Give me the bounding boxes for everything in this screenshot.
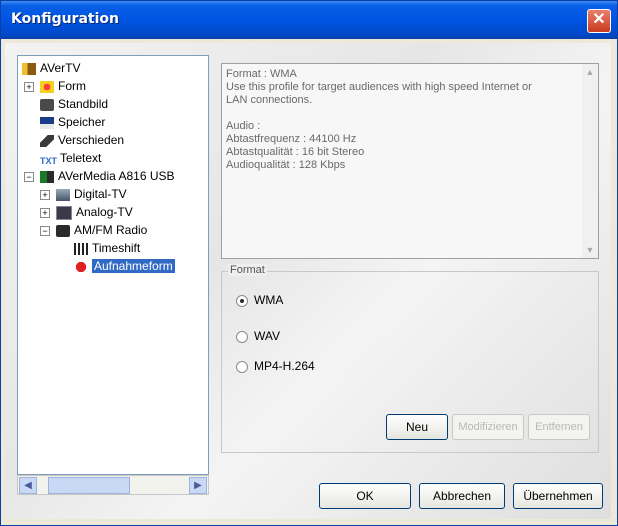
remove-button[interactable]: Entfernen (528, 414, 590, 440)
close-button[interactable]: ✕ (587, 9, 611, 33)
format-option-wav[interactable]: WAV (236, 328, 280, 344)
expand-form-icon[interactable]: + (24, 82, 34, 92)
tree-item-label: Standbild (58, 97, 109, 111)
pencil-icon (40, 134, 54, 147)
tree-item-label: Timeshift (92, 241, 141, 255)
teletext-icon: TXT (40, 155, 57, 166)
dialog-body: AVerTV + Form Standbild Speicher Verschi… (5, 43, 611, 519)
scroll-up-icon[interactable]: ▲ (583, 65, 597, 79)
radio-checked-icon[interactable] (236, 294, 248, 307)
scroll-right-icon[interactable]: ▶ (189, 477, 207, 494)
tree-item-label: Aufnahmeform (92, 259, 175, 273)
tree-horizontal-scrollbar[interactable]: ◀ ▶ (17, 475, 209, 495)
format-option-label: MP4-H.264 (254, 359, 315, 373)
radio-unchecked-icon[interactable] (236, 360, 248, 373)
format-option-wma[interactable]: WMA (236, 292, 283, 308)
expand-analog-tv-icon[interactable]: + (40, 208, 50, 218)
tree-item-standbild[interactable]: Standbild (40, 96, 108, 112)
collapse-radio-icon[interactable]: − (40, 226, 50, 236)
camera-icon (40, 98, 54, 111)
tree-item-label: Verschieden (58, 133, 125, 147)
tree-item-avertv[interactable]: AVerTV (22, 60, 80, 76)
tree-item-teletext[interactable]: TXT Teletext (40, 150, 101, 166)
window-title: Konfiguration (11, 11, 119, 27)
profile-description-text: Format : WMA Use this profile for target… (226, 68, 532, 171)
tree-item-timeshift[interactable]: Timeshift (74, 240, 140, 256)
form-icon (40, 80, 54, 93)
cancel-button[interactable]: Abbrechen (419, 483, 505, 509)
tree-item-label: Digital-TV (74, 187, 127, 201)
scroll-thumb[interactable] (48, 477, 130, 494)
tree-item-digital-tv[interactable]: Digital-TV (56, 186, 127, 202)
folder-icon (22, 62, 36, 75)
tree-item-analog-tv[interactable]: Analog-TV (56, 204, 133, 220)
antenna-icon (56, 188, 70, 201)
new-button[interactable]: Neu (386, 414, 448, 440)
tree-item-label: AM/FM Radio (74, 223, 148, 237)
tree-item-verschieden[interactable]: Verschieden (40, 132, 124, 148)
tree-item-label: Form (58, 79, 86, 93)
format-group-legend: Format (228, 264, 267, 276)
format-option-label: WAV (254, 329, 280, 343)
title-bar[interactable]: Konfiguration ✕ (1, 1, 617, 39)
settings-tree: AVerTV + Form Standbild Speicher Verschi… (17, 55, 209, 475)
collapse-device-icon[interactable]: − (24, 172, 34, 182)
radio-unchecked-icon[interactable] (236, 330, 248, 343)
expand-digital-tv-icon[interactable]: + (40, 190, 50, 200)
description-vertical-scrollbar[interactable]: ▲ ▼ (582, 64, 598, 258)
tree-item-aufnahmeform[interactable]: Aufnahmeform (74, 258, 175, 274)
apply-button[interactable]: Übernehmen (513, 483, 603, 509)
tree-item-label: Teletext (60, 151, 102, 165)
scroll-left-icon[interactable]: ◀ (19, 477, 37, 494)
tree-item-am-fm-radio[interactable]: AM/FM Radio (56, 222, 147, 238)
tv-icon (56, 205, 72, 220)
radio-icon (56, 224, 70, 237)
close-icon: ✕ (592, 11, 606, 28)
tree-item-speicher[interactable]: Speicher (40, 114, 105, 130)
tree-item-label: AVerMedia A816 USB (58, 169, 175, 183)
tree-item-label: Analog-TV (76, 205, 133, 219)
tree-item-label: Speicher (58, 115, 106, 129)
profile-description: Format : WMA Use this profile for target… (221, 63, 599, 259)
record-icon (74, 260, 88, 273)
disk-icon (40, 116, 54, 129)
scroll-down-icon[interactable]: ▼ (583, 243, 597, 257)
tree-item-label: AVerTV (40, 61, 81, 75)
ok-button[interactable]: OK (319, 483, 411, 509)
format-option-label: WMA (254, 293, 284, 307)
format-group: Format WMA WAV MP4-H.264 Neu Modifiziere… (221, 264, 599, 453)
configuration-dialog: Konfiguration ✕ AVerTV + Form Standbild … (0, 0, 618, 526)
device-icon (40, 170, 54, 183)
format-option-mp4[interactable]: MP4-H.264 (236, 358, 315, 374)
modify-button[interactable]: Modifizieren (452, 414, 524, 440)
tree-item-form[interactable]: Form (40, 78, 86, 94)
film-icon (74, 242, 88, 255)
tree-item-avermedia-a816-usb[interactable]: AVerMedia A816 USB (40, 168, 175, 184)
